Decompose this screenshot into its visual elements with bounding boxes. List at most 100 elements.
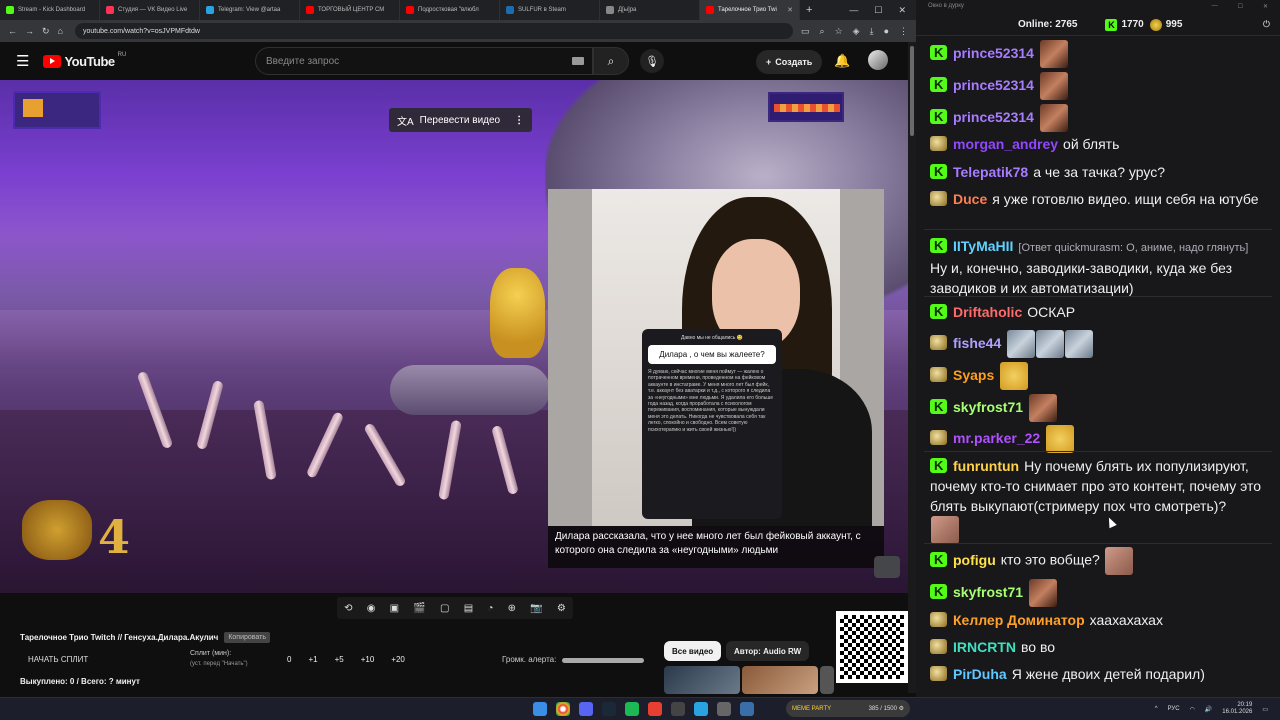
chrome-icon[interactable] bbox=[556, 702, 570, 716]
now-playing-widget[interactable]: MEME PARTY 385 / 1500 ⚙ bbox=[786, 700, 910, 717]
split-value-button[interactable]: 0 bbox=[287, 655, 291, 664]
steam-icon[interactable] bbox=[602, 702, 616, 716]
clip-icon[interactable]: 🎬 bbox=[413, 603, 425, 614]
chat-username[interactable]: prince52314 bbox=[953, 109, 1034, 125]
tab-youtube-2[interactable]: Подростковая "влюбл bbox=[400, 0, 500, 20]
minimize-icon[interactable]: — bbox=[1212, 3, 1218, 11]
tray-arrow-icon[interactable]: ^ bbox=[1155, 706, 1158, 712]
telegram-icon[interactable] bbox=[694, 702, 708, 716]
notifications-bell-icon[interactable]: 🔔 bbox=[834, 53, 850, 69]
windows-start-icon[interactable] bbox=[533, 702, 547, 716]
app-icon[interactable] bbox=[740, 702, 754, 716]
chat-username[interactable]: skyfrost71 bbox=[953, 584, 1023, 600]
discord-icon[interactable] bbox=[579, 702, 593, 716]
language-indicator[interactable]: РУС bbox=[1168, 706, 1180, 712]
add-icon[interactable]: ⊕ bbox=[508, 603, 516, 614]
scrollbar-thumb[interactable] bbox=[910, 46, 914, 136]
app-icon[interactable] bbox=[717, 702, 731, 716]
back-icon[interactable]: ← bbox=[8, 26, 17, 36]
tab-kick[interactable]: Stream - Kick Dashboard bbox=[0, 0, 100, 20]
network-icon[interactable]: ◠ bbox=[1190, 706, 1195, 713]
chat-username[interactable]: pofigu bbox=[953, 552, 996, 568]
zoom-icon[interactable]: ⌕ bbox=[820, 26, 825, 37]
chat-username[interactable]: funruntun bbox=[953, 458, 1019, 474]
chip-all-videos[interactable]: Все видео bbox=[664, 641, 722, 661]
chat-username[interactable]: prince52314 bbox=[953, 77, 1034, 93]
video-thumbnail[interactable] bbox=[742, 666, 818, 694]
loop-icon[interactable]: ⟲ bbox=[344, 603, 352, 614]
search-input[interactable]: Введите запрос bbox=[255, 47, 593, 75]
mini-player-icon[interactable]: ▤ bbox=[464, 603, 473, 614]
spotify-icon[interactable] bbox=[625, 702, 639, 716]
avatar[interactable] bbox=[868, 50, 888, 70]
home-icon[interactable]: ⌂ bbox=[58, 26, 63, 36]
split-value-button[interactable]: +1 bbox=[308, 655, 317, 664]
tab-dyra[interactable]: Д[ы]ра bbox=[600, 0, 700, 20]
maximize-icon[interactable]: ☐ bbox=[1238, 3, 1243, 11]
youtube-logo[interactable]: YouTube RU bbox=[43, 52, 126, 69]
chat-username[interactable]: IITyMaHII bbox=[953, 238, 1013, 254]
bookmark-icon[interactable]: ☆ bbox=[835, 26, 843, 37]
more-options-icon[interactable]: ⋮ bbox=[514, 115, 524, 126]
chat-username[interactable]: Duce bbox=[953, 191, 987, 207]
notification-icon[interactable]: ▭ bbox=[1262, 706, 1268, 713]
translate-video-button[interactable]: 文A Перевести видео ⋮ bbox=[389, 108, 533, 132]
search-button[interactable]: ⌕ bbox=[593, 47, 629, 75]
cast-icon[interactable]: ▭ bbox=[801, 26, 810, 37]
close-icon[interactable]: ✕ bbox=[1263, 3, 1268, 11]
video-thumbnail[interactable] bbox=[664, 666, 740, 694]
screenshot-icon[interactable]: 📷 bbox=[530, 603, 542, 614]
tab-telegram[interactable]: Telegram: View @artaa bbox=[200, 0, 300, 20]
chat-username[interactable]: morgan_andrey bbox=[953, 136, 1058, 152]
url-field[interactable]: youtube.com/watch?v=osJVPMFdtdw bbox=[74, 23, 794, 39]
alert-volume-slider[interactable] bbox=[562, 658, 644, 663]
obs-icon[interactable] bbox=[671, 702, 685, 716]
voice-search-button[interactable]: 🎙 bbox=[640, 49, 664, 73]
tab-steam[interactable]: SULFUR в Steam bbox=[500, 0, 600, 20]
frame-icon[interactable]: ▢ bbox=[440, 603, 449, 614]
minimize-icon[interactable]: — bbox=[849, 5, 858, 16]
copy-button[interactable]: Копировать bbox=[224, 632, 271, 643]
split-value-button[interactable]: +20 bbox=[391, 655, 405, 664]
tab-active[interactable]: Тарелочное Трио Twi ✕ bbox=[700, 0, 800, 20]
new-tab-icon[interactable]: + bbox=[800, 4, 818, 16]
start-split-button[interactable]: НАЧАТЬ СПЛИТ bbox=[28, 655, 88, 664]
split-value-button[interactable]: +5 bbox=[335, 655, 344, 664]
hamburger-menu-icon[interactable]: ☰ bbox=[16, 52, 29, 70]
chat-username[interactable]: prince52314 bbox=[953, 45, 1034, 61]
chat-messages[interactable]: prince52314 prince52314 prince52314 morg… bbox=[916, 36, 1280, 697]
page-scrollbar[interactable] bbox=[908, 42, 916, 693]
chat-username[interactable]: Келлер Доминатор bbox=[953, 612, 1085, 628]
maximize-icon[interactable]: ☐ bbox=[874, 5, 882, 16]
speed-icon[interactable]: ◔ bbox=[487, 603, 493, 614]
chat-username[interactable]: fishe44 bbox=[953, 335, 1001, 351]
reload-icon[interactable]: ↻ bbox=[42, 26, 50, 37]
close-tab-icon[interactable]: ✕ bbox=[787, 6, 793, 14]
video-thumbnail[interactable] bbox=[820, 666, 834, 694]
chat-username[interactable]: mr.parker_22 bbox=[953, 430, 1040, 446]
chat-username[interactable]: Driftaholic bbox=[953, 304, 1022, 320]
video-player[interactable]: 4 文A Перевести видео ⋮ Давно мы не общал… bbox=[0, 80, 908, 593]
audio-icon[interactable]: ◉ bbox=[367, 603, 376, 614]
profile-icon[interactable]: ● bbox=[884, 26, 889, 37]
forward-icon[interactable]: → bbox=[25, 26, 34, 36]
tab-vk[interactable]: Студия — VK Видео Live bbox=[100, 0, 200, 20]
record-icon[interactable]: ▣ bbox=[390, 603, 399, 614]
create-button[interactable]: + Создать bbox=[756, 50, 823, 74]
chat-username[interactable]: PirDuha bbox=[953, 666, 1007, 682]
download-icon[interactable]: ⤓ bbox=[870, 26, 874, 37]
app-icon[interactable] bbox=[648, 702, 662, 716]
menu-icon[interactable]: ⋮ bbox=[899, 26, 908, 37]
split-value-button[interactable]: +10 bbox=[361, 655, 375, 664]
chat-username[interactable]: skyfrost71 bbox=[953, 399, 1023, 415]
volume-icon[interactable]: 🔊 bbox=[1205, 706, 1212, 713]
chat-username[interactable]: Syaps bbox=[953, 367, 994, 383]
clock[interactable]: 20:19 16.01.2026 bbox=[1222, 702, 1252, 716]
chat-settings-icon[interactable]: ⏻ bbox=[1263, 19, 1270, 30]
extension-icon[interactable]: ◈ bbox=[853, 26, 860, 37]
chat-username[interactable]: IRNCRTN bbox=[953, 639, 1016, 655]
keyboard-icon[interactable] bbox=[572, 57, 584, 65]
close-icon[interactable]: ✕ bbox=[898, 5, 906, 16]
settings-icon[interactable]: ⚙ bbox=[557, 603, 566, 614]
chat-username[interactable]: Telepatik78 bbox=[953, 164, 1028, 180]
